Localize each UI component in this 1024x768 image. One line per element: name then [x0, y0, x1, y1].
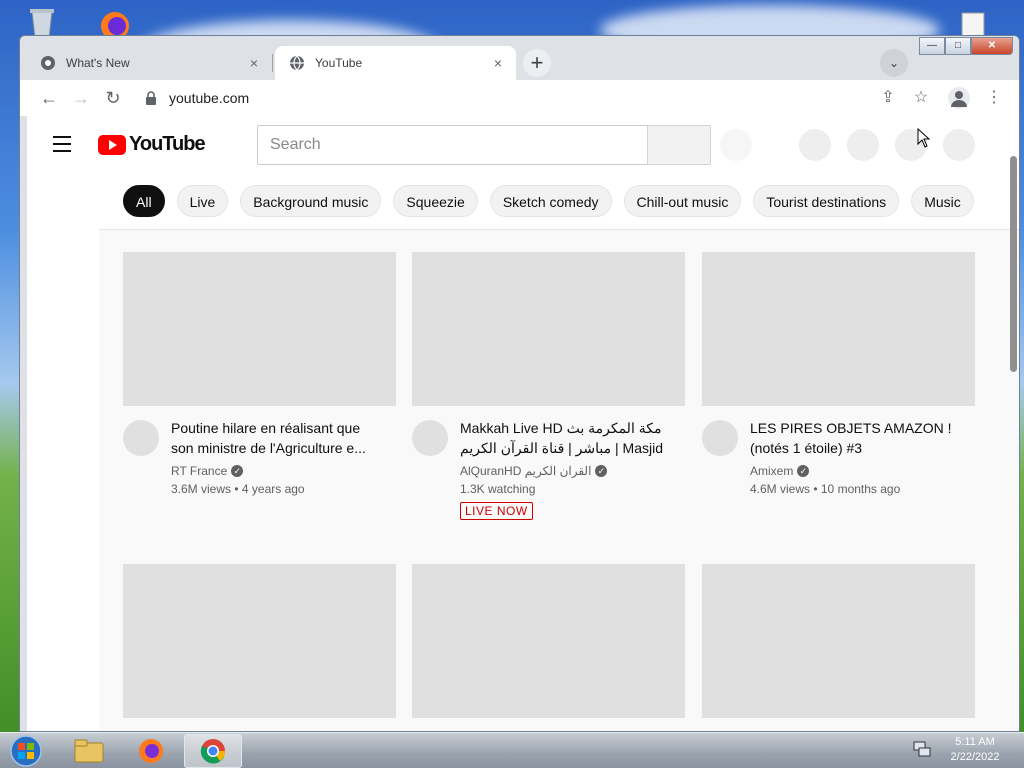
create-button[interactable] [799, 129, 831, 161]
video-thumbnail[interactable] [702, 564, 975, 718]
reload-button[interactable]: ↻ [101, 86, 125, 110]
firefox-icon [139, 739, 163, 763]
channel-name-text: RT France [171, 464, 228, 478]
network-tray-icon[interactable] [912, 739, 932, 759]
video-thumbnail[interactable] [412, 564, 685, 718]
taskbar-firefox-button[interactable] [122, 734, 180, 768]
youtube-page: YouTube Search All Live Background music Sq… [27, 116, 1019, 731]
folder-icon [74, 739, 104, 763]
youtube-logo[interactable]: YouTube [98, 133, 206, 156]
browser-menu-icon[interactable]: ⋮ [982, 86, 1006, 110]
video-grid: Poutine hilare en réalisant que son mini… [99, 230, 1019, 731]
video-card-placeholder[interactable] [702, 564, 975, 718]
chip-squeezie[interactable]: Squeezie [393, 185, 478, 217]
clock-time: 5:11 AM [955, 736, 995, 748]
video-card[interactable]: Poutine hilare en réalisant que son mini… [123, 252, 396, 526]
video-stats: 1.3K watching [460, 482, 536, 496]
tab-close-icon[interactable]: × [490, 55, 506, 71]
video-card-placeholder[interactable] [123, 564, 396, 718]
chip-chill-out-music[interactable]: Chill-out music [623, 185, 742, 217]
channel-name[interactable]: Amixem ✓ [750, 464, 810, 478]
close-window-button[interactable]: ✕ [971, 37, 1013, 55]
video-thumbnail[interactable] [123, 564, 396, 718]
live-now-badge: LIVE NOW [460, 502, 533, 520]
apps-button[interactable] [847, 129, 879, 161]
verified-icon: ✓ [595, 465, 608, 477]
address-bar[interactable]: youtube.com [135, 85, 875, 111]
windows-taskbar: 5:11 AM 2/22/2022 [0, 732, 1024, 768]
clock-date: 2/22/2022 [950, 751, 1000, 763]
video-card[interactable]: LES PIRES OBJETS AMAZON ! (notés 1 étoil… [702, 252, 975, 526]
browser-toolbar: ← → ↻ youtube.com ⇪ ☆ ⋮ [20, 80, 1019, 116]
video-stats: 3.6M views • 4 years ago [171, 482, 305, 496]
tab-separator [272, 54, 273, 72]
tab-close-icon[interactable]: × [246, 55, 262, 71]
video-meta: LES PIRES OBJETS AMAZON ! (notés 1 étoil… [702, 406, 975, 526]
profile-icon[interactable] [948, 87, 970, 109]
video-meta: Makkah Live HD مكة المكرمة بث مباشر | قن… [412, 406, 685, 526]
youtube-play-icon [98, 134, 126, 155]
channel-name[interactable]: RT France ✓ [171, 464, 244, 478]
channel-name[interactable]: AlQuranHD القران الكريم ✓ [460, 464, 608, 478]
maximize-button[interactable]: □ [945, 37, 971, 55]
verified-icon: ✓ [797, 465, 810, 477]
bookmark-star-icon[interactable]: ☆ [909, 86, 933, 110]
video-stats: 4.6M views • 10 months ago [750, 482, 901, 496]
lock-icon [146, 91, 156, 105]
taskbar-explorer-button[interactable] [60, 734, 118, 768]
search-placeholder: Search [270, 136, 321, 153]
video-thumbnail[interactable] [123, 252, 396, 406]
search-button[interactable] [647, 125, 711, 165]
channel-name-text: AlQuranHD القران الكريم [460, 464, 592, 478]
voice-search-button[interactable] [720, 129, 752, 161]
video-title[interactable]: Makkah Live HD مكة المكرمة بث مباشر | قن… [460, 418, 670, 458]
chip-background-music[interactable]: Background music [240, 185, 382, 217]
video-title[interactable]: Poutine hilare en réalisant que son mini… [171, 418, 381, 458]
hamburger-menu-icon[interactable] [53, 136, 73, 152]
chrome-favicon-icon [40, 55, 56, 71]
channel-avatar[interactable] [123, 420, 159, 456]
chip-bar: All Live Background music Squeezie Sketch co… [123, 185, 993, 219]
channel-avatar[interactable] [702, 420, 738, 456]
url-text: youtube.com [169, 90, 250, 106]
tab-bar: What's New × YouTube × + ⌄ — □ ✕ [20, 36, 1019, 80]
globe-favicon-icon [289, 55, 305, 71]
mouse-cursor-icon [917, 128, 931, 148]
new-tab-button[interactable]: + [523, 49, 551, 77]
video-title[interactable]: LES PIRES OBJETS AMAZON ! (notés 1 étoil… [750, 418, 960, 458]
chip-live[interactable]: Live [176, 185, 229, 217]
tab-title: What's New [66, 56, 130, 70]
tab-search-button[interactable]: ⌄ [880, 49, 908, 77]
page-scrollbar[interactable] [1010, 156, 1017, 372]
tab-title: YouTube [315, 56, 363, 70]
search-input[interactable]: Search [257, 125, 648, 165]
window-controls: — □ ✕ [919, 37, 1013, 55]
video-card-placeholder[interactable] [412, 564, 685, 718]
share-icon[interactable]: ⇪ [876, 86, 900, 110]
chrome-icon [200, 739, 226, 764]
chip-all[interactable]: All [123, 185, 165, 217]
back-button[interactable]: ← [37, 86, 61, 110]
video-card[interactable]: Makkah Live HD مكة المكرمة بث مباشر | قن… [412, 252, 685, 526]
chip-music[interactable]: Music [911, 185, 974, 217]
taskbar-chrome-button[interactable] [184, 734, 242, 768]
tab-youtube[interactable]: YouTube × [275, 46, 516, 80]
chip-sketch-comedy[interactable]: Sketch comedy [489, 185, 612, 217]
start-button[interactable] [6, 734, 46, 768]
channel-avatar[interactable] [412, 420, 448, 456]
video-thumbnail[interactable] [412, 252, 685, 406]
video-thumbnail[interactable] [702, 252, 975, 406]
account-avatar[interactable] [943, 129, 975, 161]
verified-icon: ✓ [231, 465, 244, 477]
forward-button[interactable]: → [69, 86, 93, 110]
tab-whats-new[interactable]: What's New × [26, 46, 272, 80]
system-clock[interactable]: 5:11 AM 2/22/2022 [940, 735, 1010, 765]
youtube-wordmark: YouTube [129, 133, 206, 155]
video-meta: Poutine hilare en réalisant que son mini… [123, 406, 396, 526]
chip-tourist-destinations[interactable]: Tourist destinations [753, 185, 900, 217]
channel-name-text: Amixem [750, 464, 794, 478]
minimize-button[interactable]: — [919, 37, 945, 55]
browser-window: What's New × YouTube × + ⌄ — □ ✕ ← → ↻ y… [19, 35, 1020, 732]
